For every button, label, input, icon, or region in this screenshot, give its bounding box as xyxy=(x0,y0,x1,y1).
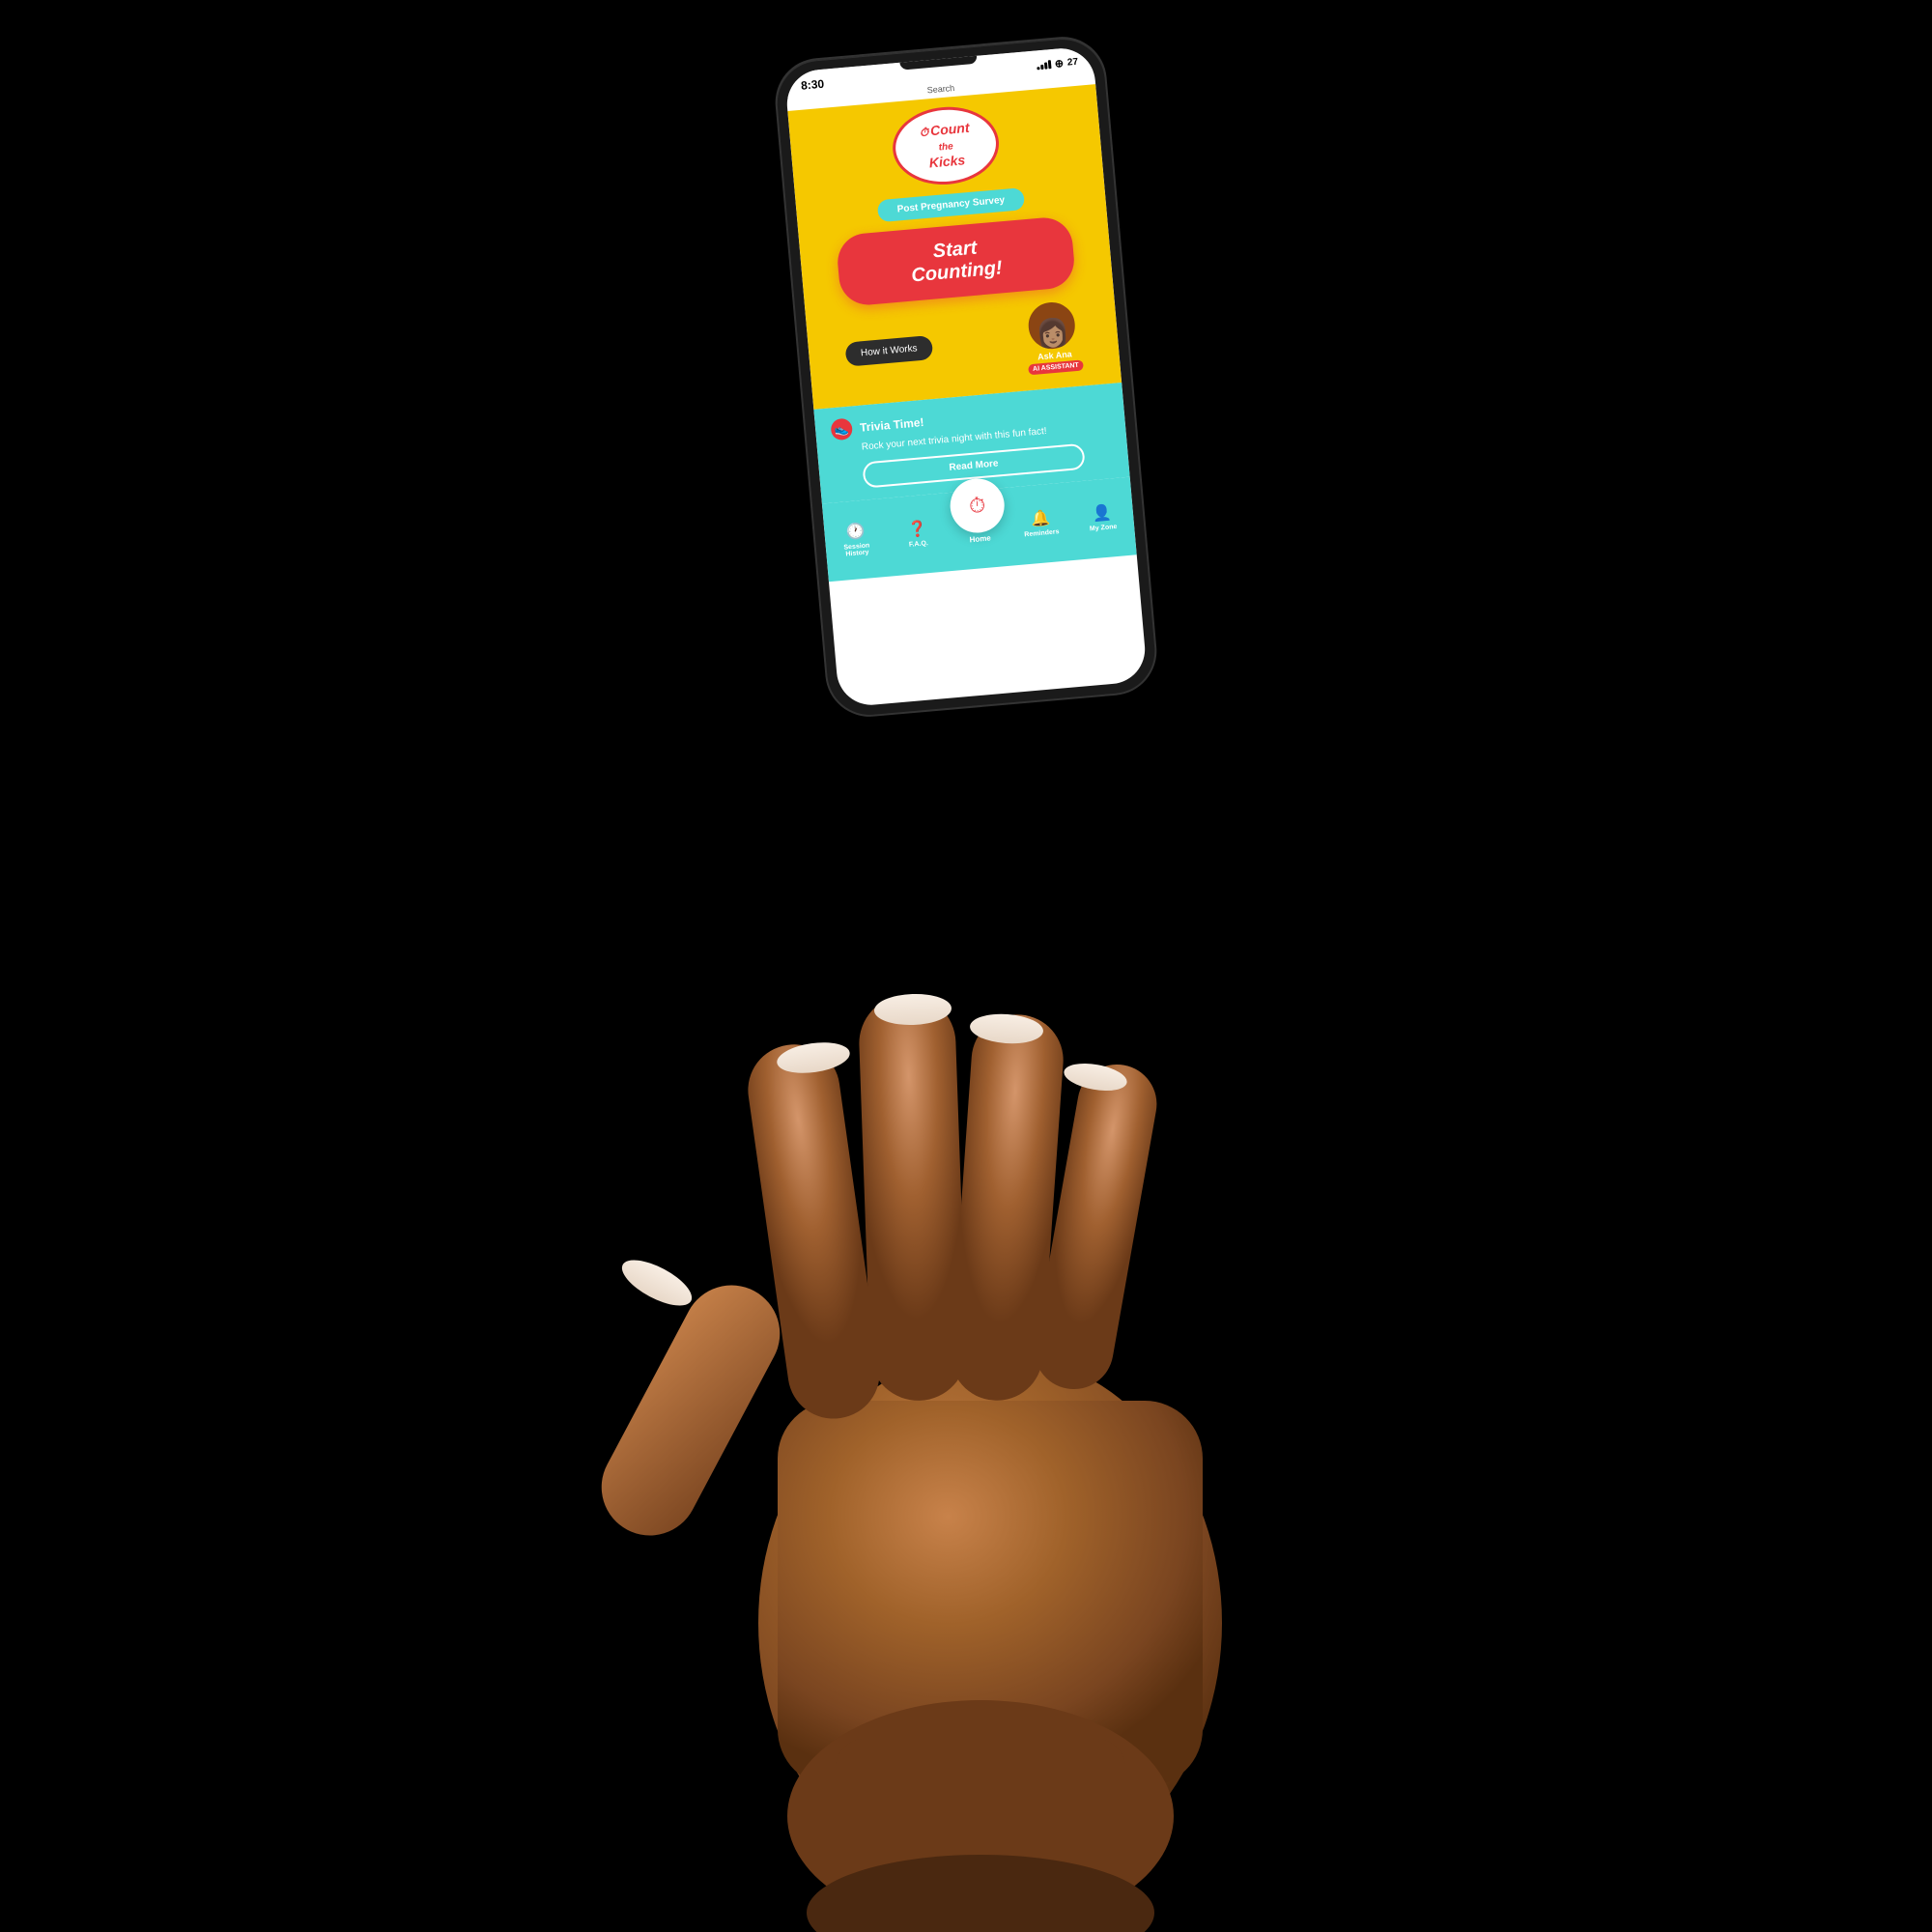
signal-bar-3 xyxy=(1044,62,1048,69)
faq-icon: ❓ xyxy=(907,519,928,540)
session-history-label: SessionHistory xyxy=(843,542,870,557)
session-history-icon: 🕐 xyxy=(845,521,867,542)
wifi-icon: ⊕ xyxy=(1054,56,1064,70)
how-it-works-button[interactable]: How it Works xyxy=(844,335,934,367)
signal-bar-4 xyxy=(1047,60,1051,69)
scene: 8:30 ⊕ 27 Search xyxy=(0,0,1932,1932)
logo-count: ⏱Count xyxy=(919,121,970,140)
home-stopwatch-icon: ⏱ xyxy=(968,493,986,519)
phone-screen: 8:30 ⊕ 27 Search xyxy=(784,45,1148,707)
nav-item-faq[interactable]: ❓ F.A.Q. xyxy=(886,517,950,550)
nav-item-my-zone[interactable]: 👤 My Zone xyxy=(1070,501,1134,534)
nav-item-home[interactable]: ⏱ Home xyxy=(944,476,1011,546)
my-zone-icon: 👤 xyxy=(1092,502,1113,524)
phone-body: 8:30 ⊕ 27 Search xyxy=(774,35,1158,718)
status-icons: ⊕ 27 xyxy=(1036,55,1078,71)
ana-label: AI ASSISTANT xyxy=(1028,359,1085,375)
trivia-title: Trivia Time! xyxy=(860,415,924,435)
reminders-icon: 🔔 xyxy=(1030,508,1051,529)
nav-item-reminders[interactable]: 🔔 Reminders xyxy=(1009,506,1072,539)
status-time: 8:30 xyxy=(800,77,824,93)
app-logo: ⏱Count the Kicks xyxy=(890,102,1003,188)
my-zone-label: My Zone xyxy=(1090,524,1118,532)
signal-bar-1 xyxy=(1037,67,1039,70)
logo-the: the xyxy=(938,141,953,153)
logo-kicks: Kicks xyxy=(922,152,973,171)
logo-stopwatch-icon: ⏱ xyxy=(919,125,929,139)
how-row: How it Works 👩🏽 Ask Ana AI ASSISTANT xyxy=(842,298,1084,391)
battery-level: 27 xyxy=(1066,56,1078,68)
hand-illustration xyxy=(488,676,1550,1932)
ana-avatar: 👩🏽 xyxy=(1025,298,1079,353)
phone-mockup: 8:30 ⊕ 27 Search xyxy=(774,35,1158,718)
ana-name: Ask Ana xyxy=(1037,349,1072,361)
reminders-label: Reminders xyxy=(1024,528,1060,538)
logo-text: ⏱Count the Kicks xyxy=(919,121,973,172)
home-label: Home xyxy=(969,533,991,544)
signal-bar-2 xyxy=(1040,65,1043,70)
home-circle: ⏱ xyxy=(948,476,1007,535)
faq-label: F.A.Q. xyxy=(909,540,928,549)
nav-item-session-history[interactable]: 🕐 SessionHistory xyxy=(824,519,889,558)
survey-button[interactable]: Post Pregnancy Survey xyxy=(877,187,1025,222)
signal-bars-icon xyxy=(1036,59,1051,70)
ana-assistant-badge[interactable]: 👩🏽 Ask Ana AI ASSISTANT xyxy=(1022,298,1084,376)
top-section: ⏱Count the Kicks Post Pregnancy Survey S… xyxy=(787,84,1122,410)
trivia-icon: 👟 xyxy=(830,418,853,441)
start-counting-button[interactable]: Start Counting! xyxy=(835,215,1076,307)
